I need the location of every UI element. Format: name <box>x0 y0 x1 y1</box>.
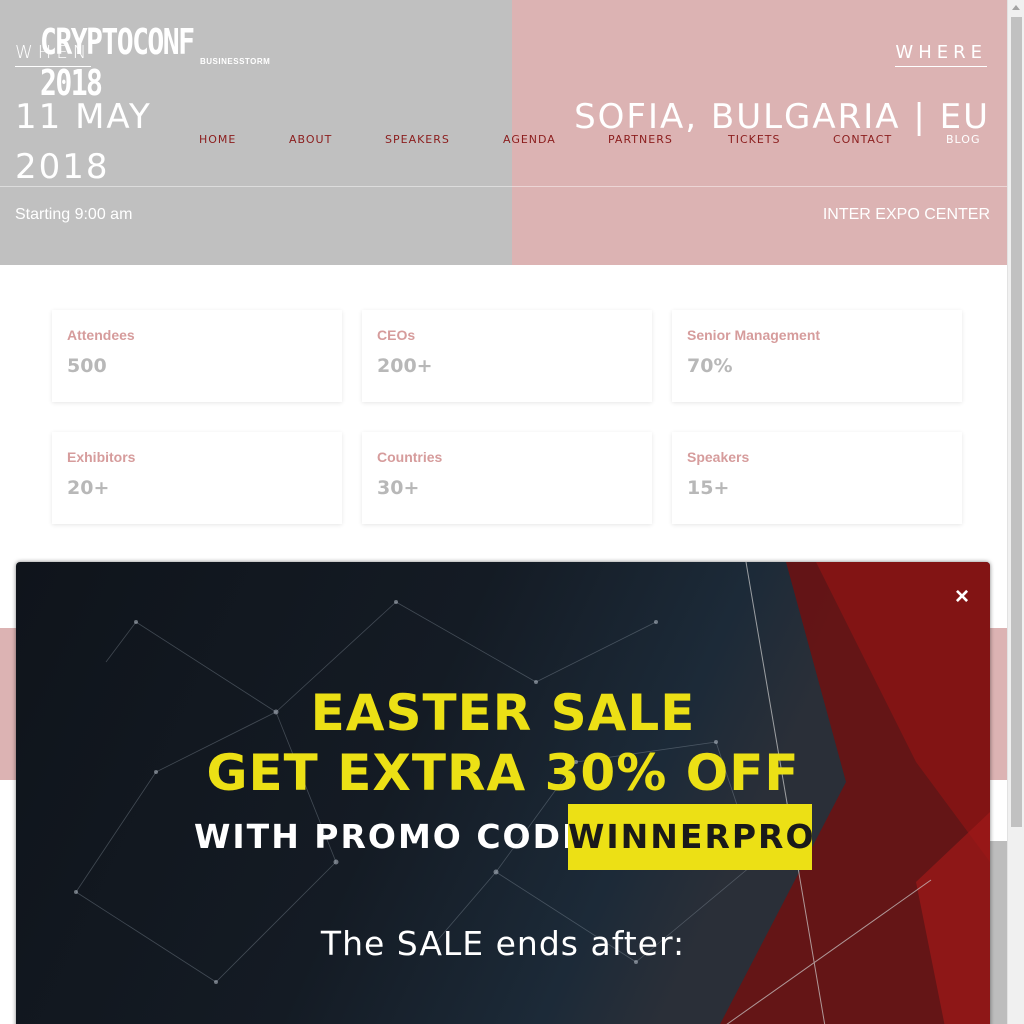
stat-label: Countries <box>377 449 443 465</box>
page-scrollbar[interactable] <box>1007 0 1024 1024</box>
promo-code-label: WITH PROMO CODE: <box>194 817 602 856</box>
stat-label: Senior Management <box>687 327 821 343</box>
background-grey-band <box>988 841 1007 1024</box>
stat-card-attendees: Attendees 500 <box>52 310 342 402</box>
discount-headline: GET EXTRA 30% OFF <box>206 744 800 802</box>
sale-headline: EASTER SALE <box>310 684 696 742</box>
nav-item-home[interactable]: HOME <box>199 133 236 146</box>
where-label: WHERE <box>895 42 987 67</box>
stat-label: Speakers <box>687 449 750 465</box>
nav-item-blog[interactable]: BLOG <box>946 133 980 146</box>
stat-value: 30+ <box>377 477 420 499</box>
scroll-up-arrow-icon[interactable] <box>1012 5 1020 10</box>
nav-item-speakers[interactable]: SPEAKERS <box>385 133 450 146</box>
sale-ends-text: The SALE ends after: <box>320 924 686 963</box>
stat-card-speakers: Speakers 15+ <box>672 432 962 524</box>
nav-item-tickets[interactable]: TICKETS <box>728 133 781 146</box>
stat-label: CEOs <box>377 327 416 343</box>
stat-card-senior-management: Senior Management 70% <box>672 310 962 402</box>
stat-label: Exhibitors <box>67 449 136 465</box>
logo-subtitle: BUSINESSTORM <box>200 57 271 66</box>
logo-title: CRYPTOCONF 2018 <box>40 22 195 104</box>
stat-value: 15+ <box>687 477 730 499</box>
nav-item-about[interactable]: ABOUT <box>289 133 332 146</box>
promo-modal: × EASTER SALE GET EXTRA 30% OFF WITH PRO… <box>16 562 990 1024</box>
stat-value: 200+ <box>377 355 433 377</box>
event-time: Starting 9:00 am <box>15 206 133 223</box>
stat-label: Attendees <box>67 327 135 343</box>
stat-value: 70% <box>687 355 733 377</box>
event-venue: INTER EXPO CENTER <box>822 206 990 223</box>
promo-code-badge: WINNERPRO <box>568 804 814 870</box>
stat-value: 500 <box>67 355 107 377</box>
page: WHEN WHERE 11 MAY 2018 SOFIA, BULGARIA |… <box>0 0 1024 1024</box>
event-date: 11 MAY 2018 <box>15 97 152 187</box>
scroll-thumb[interactable] <box>1011 17 1022 827</box>
main-nav: HOME ABOUT SPEAKERS AGENDA PARTNERS TICK… <box>199 133 999 149</box>
nav-item-agenda[interactable]: AGENDA <box>503 133 556 146</box>
close-modal-button[interactable]: × <box>952 585 972 609</box>
stat-card-countries: Countries 30+ <box>362 432 652 524</box>
stat-card-ceos: CEOs 200+ <box>362 310 652 402</box>
stat-value: 20+ <box>67 477 110 499</box>
stat-card-exhibitors: Exhibitors 20+ <box>52 432 342 524</box>
nav-item-contact[interactable]: CONTACT <box>833 133 892 146</box>
site-logo[interactable]: CRYPTOCONF 2018 BUSINESSTORM <box>40 22 270 104</box>
hero-section: WHEN WHERE 11 MAY 2018 SOFIA, BULGARIA |… <box>0 0 1007 265</box>
nav-item-partners[interactable]: PARTNERS <box>608 133 673 146</box>
